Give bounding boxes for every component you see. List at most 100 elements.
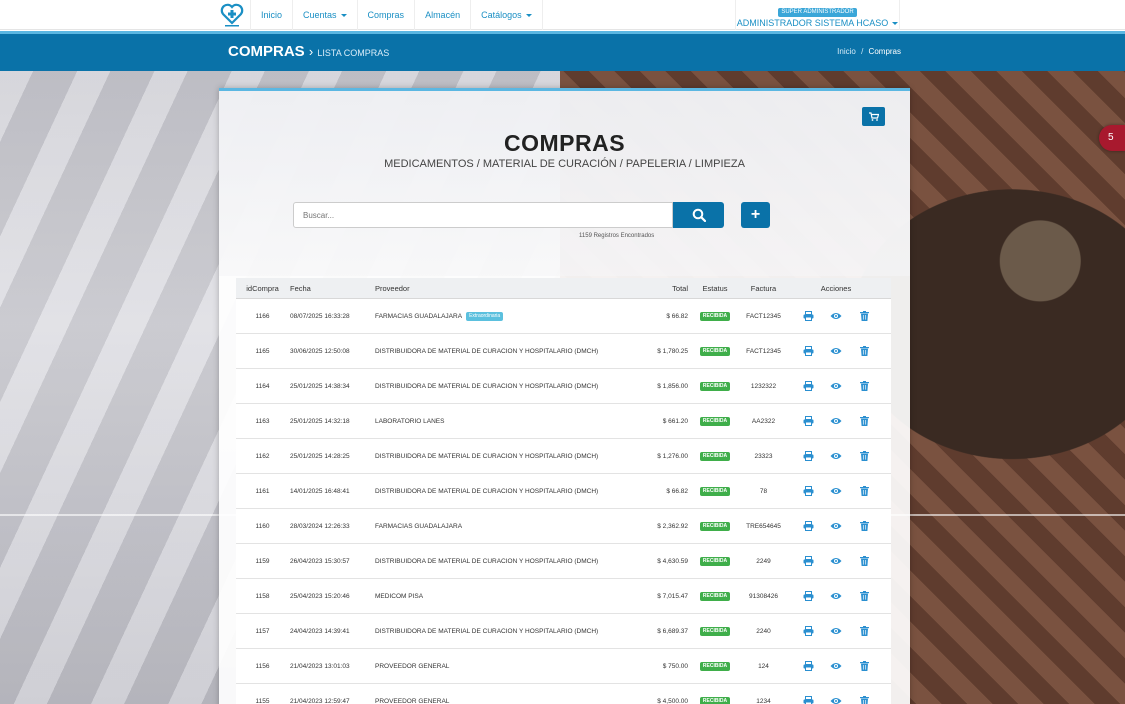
notification-counter[interactable]: 5	[1099, 125, 1125, 151]
print-button[interactable]	[800, 694, 816, 704]
print-button[interactable]	[800, 519, 816, 533]
delete-button[interactable]	[856, 414, 872, 428]
cart-button[interactable]	[862, 107, 885, 126]
delete-button[interactable]	[856, 344, 872, 358]
cell-date: 14/01/2025 16:48:41	[290, 488, 350, 495]
eye-icon	[830, 453, 842, 459]
purchases-card: COMPRAS MEDICAMENTOS / MATERIAL DE CURAC…	[219, 88, 910, 704]
cell-total: $ 661.20	[662, 418, 688, 425]
cell-actions	[786, 544, 886, 578]
print-button[interactable]	[800, 449, 816, 463]
table-row[interactable]: 1165 30/06/2025 12:50:08 DISTRIBUIDORA D…	[236, 334, 891, 369]
delete-button[interactable]	[856, 589, 872, 603]
cell-invoice: TRE654645	[746, 523, 781, 530]
view-button[interactable]	[828, 659, 844, 673]
print-button[interactable]	[800, 659, 816, 673]
table-row[interactable]: 1164 25/01/2025 14:38:34 DISTRIBUIDORA D…	[236, 369, 891, 404]
table-row[interactable]: 1156 21/04/2023 13:01:03 PROVEEDOR GENER…	[236, 649, 891, 684]
print-button[interactable]	[800, 309, 816, 323]
print-button[interactable]	[800, 554, 816, 568]
cell-status: RECIBIDA	[689, 404, 741, 438]
column-header[interactable]: idCompra	[236, 278, 289, 298]
cell-invoice: 124	[758, 663, 769, 670]
search-input[interactable]	[293, 202, 673, 228]
view-button[interactable]	[828, 414, 844, 428]
delete-button[interactable]	[856, 309, 872, 323]
delete-button[interactable]	[856, 624, 872, 638]
cell-provider: DISTRIBUIDORA DE MATERIAL DE CURACION Y …	[375, 558, 599, 565]
view-button[interactable]	[828, 624, 844, 638]
view-button[interactable]	[828, 344, 844, 358]
trash-icon	[859, 661, 869, 671]
purchases-table: idCompra Fecha Proveedor Total Estatus F…	[236, 278, 891, 704]
view-button[interactable]	[828, 449, 844, 463]
print-icon	[803, 486, 813, 496]
view-button[interactable]	[828, 589, 844, 603]
delete-button[interactable]	[856, 554, 872, 568]
search-button[interactable]	[673, 202, 724, 228]
table-row[interactable]: 1160 28/03/2024 12:26:33 FARMACIAS GUADA…	[236, 509, 891, 544]
cell-provider: DISTRIBUIDORA DE MATERIAL DE CURACION Y …	[375, 488, 599, 495]
column-header[interactable]: Factura	[741, 278, 786, 298]
cell-id: 1158	[255, 593, 270, 600]
eye-icon	[830, 698, 842, 704]
column-header[interactable]: Total	[625, 278, 689, 298]
delete-button[interactable]	[856, 659, 872, 673]
print-button[interactable]	[800, 379, 816, 393]
delete-button[interactable]	[856, 449, 872, 463]
add-purchase-button[interactable]: +	[741, 202, 770, 228]
table-row[interactable]: 1158 25/04/2023 15:20:46 MEDICOM PISA $ …	[236, 579, 891, 614]
cell-actions	[786, 509, 886, 543]
print-button[interactable]	[800, 344, 816, 358]
trash-icon	[859, 626, 869, 636]
cell-status: RECIBIDA	[689, 544, 741, 578]
view-button[interactable]	[828, 554, 844, 568]
cell-date: 26/04/2023 15:30:57	[290, 558, 350, 565]
print-icon	[803, 696, 813, 704]
view-button[interactable]	[828, 694, 844, 704]
nav-item-inicio[interactable]: Inicio	[250, 0, 294, 30]
table-row[interactable]: 1166 08/07/2025 16:33:28 FARMACIAS GUADA…	[236, 299, 891, 334]
table-row[interactable]: 1155 21/04/2023 12:59:47 PROVEEDOR GENER…	[236, 684, 891, 704]
column-header[interactable]: Fecha	[289, 278, 375, 298]
nav-item-compras[interactable]: Compras	[358, 0, 416, 30]
table-row[interactable]: 1162 25/01/2025 14:28:25 DISTRIBUIDORA D…	[236, 439, 891, 474]
cell-status: RECIBIDA	[689, 334, 741, 368]
view-button[interactable]	[828, 309, 844, 323]
nav-item-cuentas[interactable]: Cuentas	[293, 0, 358, 30]
page-title: COMPRAS	[503, 130, 626, 156]
delete-button[interactable]	[856, 379, 872, 393]
cell-invoice: FACT12345	[746, 348, 781, 355]
table-row[interactable]: 1161 14/01/2025 16:48:41 DISTRIBUIDORA D…	[236, 474, 891, 509]
breadcrumb-home-link[interactable]: Inicio	[837, 47, 856, 56]
delete-button[interactable]	[856, 484, 872, 498]
status-badge: RECIBIDA	[699, 521, 731, 531]
cell-provider: MEDICOM PISA	[375, 593, 424, 600]
nav-item-almacen[interactable]: Almacén	[415, 0, 472, 30]
caret-down-icon	[892, 22, 899, 26]
print-button[interactable]	[800, 484, 816, 498]
user-menu[interactable]: SUPER ADMINISTRADOR ADMINISTRADOR SISTEM…	[735, 0, 900, 30]
cell-invoice: 2240	[756, 628, 771, 635]
column-header[interactable]: Estatus	[689, 278, 741, 298]
delete-button[interactable]	[856, 694, 872, 704]
table-row[interactable]: 1159 26/04/2023 15:30:57 DISTRIBUIDORA D…	[236, 544, 891, 579]
view-button[interactable]	[828, 519, 844, 533]
status-badge: RECIBIDA	[699, 346, 731, 356]
hospital-logo[interactable]	[220, 2, 244, 28]
delete-button[interactable]	[856, 519, 872, 533]
status-badge: RECIBIDA	[699, 486, 731, 496]
table-row[interactable]: 1163 25/01/2025 14:32:18 LABORATORIO LAN…	[236, 404, 891, 439]
print-button[interactable]	[800, 624, 816, 638]
nav-item-label: Almacén	[425, 10, 461, 20]
table-row[interactable]: 1157 24/04/2023 14:39:41 DISTRIBUIDORA D…	[236, 614, 891, 649]
print-button[interactable]	[800, 589, 816, 603]
cell-date: 25/01/2025 14:32:18	[290, 418, 350, 425]
view-button[interactable]	[828, 379, 844, 393]
view-button[interactable]	[828, 484, 844, 498]
nav-item-label: Inicio	[261, 10, 283, 20]
cell-provider: DISTRIBUIDORA DE MATERIAL DE CURACION Y …	[375, 348, 599, 355]
print-button[interactable]	[800, 414, 816, 428]
nav-item-catalogos[interactable]: Catálogos	[471, 0, 543, 30]
column-header[interactable]: Proveedor	[375, 278, 625, 298]
